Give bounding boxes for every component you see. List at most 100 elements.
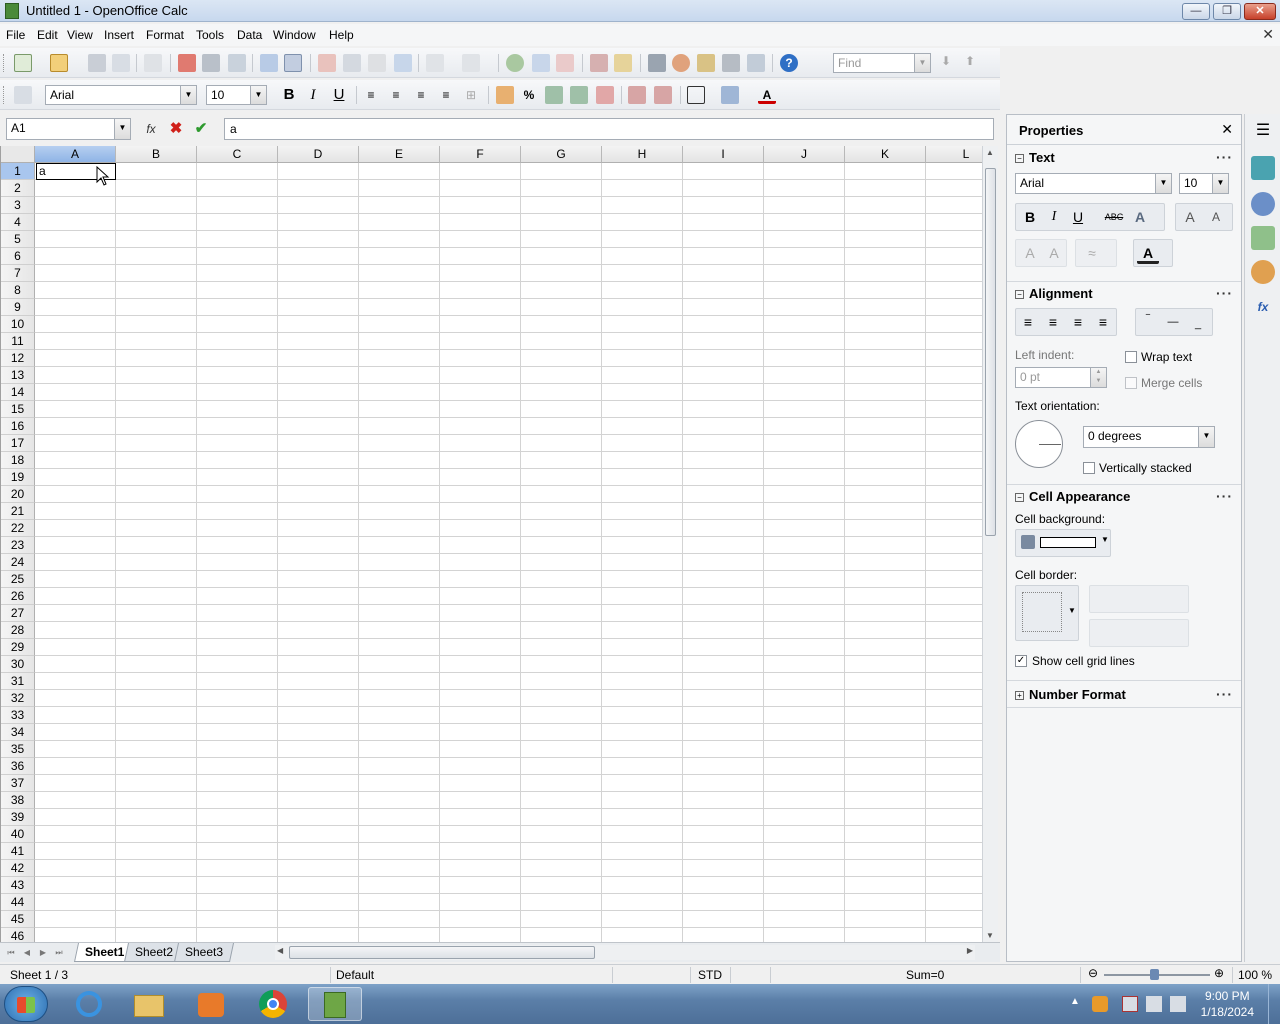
action-center-icon[interactable] — [1122, 996, 1138, 1012]
last-sheet-icon[interactable]: ⏭ — [52, 946, 66, 960]
line-color-picker[interactable] — [1089, 619, 1189, 647]
align-top-icon[interactable]: ‾ — [1137, 309, 1159, 331]
sidebar-font-color-icon[interactable]: A — [1137, 242, 1159, 264]
column-header[interactable]: G — [521, 146, 602, 163]
column-header[interactable]: L — [926, 146, 982, 163]
show-hidden-icons-icon[interactable]: ▲ — [1070, 996, 1086, 1012]
orientation-dial[interactable] — [1015, 420, 1063, 468]
navigator-deck-icon[interactable] — [1251, 260, 1275, 284]
row-header[interactable]: 19 — [1, 469, 35, 486]
export-pdf-icon[interactable] — [178, 54, 196, 72]
text-more-options-icon[interactable]: ··· — [1216, 149, 1233, 165]
column-header[interactable]: J — [764, 146, 845, 163]
row-header[interactable]: 22 — [1, 520, 35, 537]
subscript-icon[interactable]: A — [1043, 242, 1065, 264]
chrome-icon[interactable] — [246, 987, 300, 1021]
row-header[interactable]: 2 — [1, 180, 35, 197]
character-spacing-icon[interactable]: ≈ — [1081, 242, 1103, 264]
sort-ascending-icon[interactable] — [532, 54, 550, 72]
align-left-icon[interactable]: ≡ — [362, 86, 380, 104]
zoom-slider-knob[interactable] — [1150, 969, 1159, 980]
border-dropdown-icon[interactable]: ▼ — [1068, 606, 1076, 615]
currency-format-icon[interactable] — [496, 86, 514, 104]
show-grid-lines-checkbox[interactable]: ✓ — [1015, 655, 1027, 667]
autospellcheck-icon[interactable] — [284, 54, 302, 72]
scroll-right-icon[interactable]: ▶ — [967, 946, 973, 955]
italic-icon[interactable]: I — [304, 86, 322, 104]
wrap-text-checkbox[interactable] — [1125, 351, 1137, 363]
line-style-picker[interactable] — [1089, 585, 1189, 613]
email-icon[interactable] — [112, 54, 130, 72]
toolbar-grip[interactable] — [3, 86, 6, 104]
row-header[interactable]: 46 — [1, 928, 35, 942]
decrease-font-icon[interactable]: A — [1205, 206, 1227, 228]
draw-functions-icon[interactable] — [614, 54, 632, 72]
row-header[interactable]: 20 — [1, 486, 35, 503]
media-player-icon[interactable] — [184, 987, 238, 1021]
internet-explorer-icon[interactable] — [62, 987, 116, 1021]
properties-deck-icon[interactable] — [1251, 156, 1275, 180]
font-name-box[interactable]: Arial ▼ — [45, 85, 197, 105]
text-section-header[interactable]: − Text — [1015, 150, 1055, 165]
row-header[interactable]: 25 — [1, 571, 35, 588]
font-color-icon[interactable]: A — [758, 86, 776, 104]
row-header[interactable]: 41 — [1, 843, 35, 860]
find-dropdown-icon[interactable]: ▼ — [914, 54, 930, 72]
shadow-icon[interactable]: A — [1129, 206, 1151, 228]
openoffice-calc-taskbar-icon[interactable] — [308, 987, 362, 1021]
tray-app-icon[interactable] — [1092, 996, 1108, 1012]
row-header[interactable]: 40 — [1, 826, 35, 843]
system-clock[interactable]: 9:00 PM 1/18/2024 — [1201, 988, 1254, 1020]
row-header[interactable]: 28 — [1, 622, 35, 639]
data-sources-icon[interactable] — [722, 54, 740, 72]
print-icon[interactable] — [202, 54, 220, 72]
row-header[interactable]: 6 — [1, 248, 35, 265]
row-header[interactable]: 36 — [1, 758, 35, 775]
edit-file-icon[interactable] — [144, 54, 162, 72]
row-header[interactable]: 8 — [1, 282, 35, 299]
menu-window[interactable]: Window — [273, 28, 316, 42]
font-size-box[interactable]: 10 ▼ — [206, 85, 267, 105]
sidebar-menu-icon[interactable]: ☰ — [1251, 120, 1275, 144]
row-header[interactable]: 18 — [1, 452, 35, 469]
row-header[interactable]: 17 — [1, 435, 35, 452]
network-icon[interactable] — [1146, 996, 1162, 1012]
row-header[interactable]: 32 — [1, 690, 35, 707]
menu-help[interactable]: Help — [329, 28, 354, 42]
row-header[interactable]: 11 — [1, 333, 35, 350]
decrease-indent-icon[interactable] — [628, 86, 646, 104]
functions-deck-icon[interactable]: fx — [1251, 296, 1275, 320]
cut-icon[interactable] — [318, 54, 336, 72]
menu-data[interactable]: Data — [237, 28, 262, 42]
page-style[interactable]: Default — [336, 968, 374, 982]
align-center-icon[interactable]: ≡ — [387, 86, 405, 104]
row-header[interactable]: 31 — [1, 673, 35, 690]
font-name-dropdown-icon[interactable]: ▼ — [180, 86, 196, 104]
undo-icon[interactable] — [426, 54, 444, 72]
row-header[interactable]: 21 — [1, 503, 35, 520]
zoom-icon[interactable] — [747, 54, 765, 72]
show-desktop-button[interactable] — [1268, 984, 1280, 1024]
select-all-corner[interactable] — [1, 146, 35, 163]
row-header[interactable]: 26 — [1, 588, 35, 605]
row-header[interactable]: 15 — [1, 401, 35, 418]
justify-icon[interactable]: ≡ — [437, 86, 455, 104]
left-indent-spinner[interactable]: 0 pt ▲ ▼ — [1015, 367, 1107, 388]
menu-tools[interactable]: Tools — [196, 28, 224, 42]
borders-icon[interactable] — [687, 86, 705, 104]
number-format-more-options-icon[interactable]: ··· — [1216, 686, 1233, 702]
new-document-icon[interactable] — [14, 54, 32, 72]
menu-file[interactable]: File — [6, 28, 25, 42]
align-bottom-icon[interactable]: _ — [1187, 313, 1209, 335]
cell-appearance-more-options-icon[interactable]: ··· — [1216, 488, 1233, 504]
row-header[interactable]: 42 — [1, 860, 35, 877]
column-header[interactable]: D — [278, 146, 359, 163]
vertical-scrollbar[interactable]: ▲ ▼ — [982, 146, 998, 942]
menu-edit[interactable]: Edit — [37, 28, 58, 42]
column-header[interactable]: B — [116, 146, 197, 163]
paste-icon[interactable] — [368, 54, 386, 72]
column-header[interactable]: F — [440, 146, 521, 163]
menu-format[interactable]: Format — [146, 28, 184, 42]
selection-mode[interactable]: STD — [698, 968, 722, 982]
vertically-stacked-checkbox[interactable] — [1083, 462, 1095, 474]
